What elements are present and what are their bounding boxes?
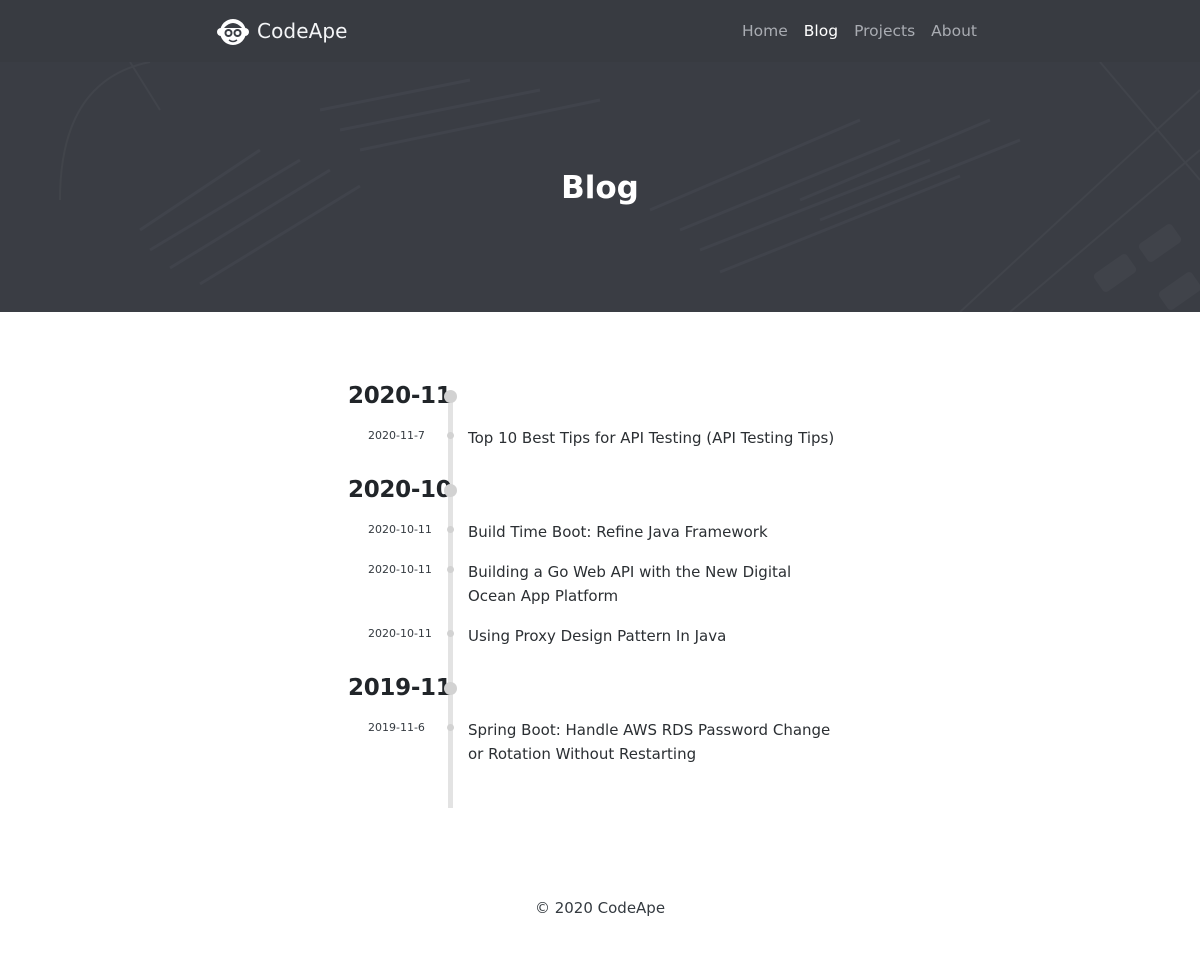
- post-dot: [447, 566, 454, 573]
- month-heading: 2020-10: [348, 477, 452, 503]
- brand-link[interactable]: CodeApe: [216, 14, 348, 48]
- post-date: 2019-11-6: [368, 721, 425, 734]
- post-link[interactable]: Top 10 Best Tips for API Testing (API Te…: [468, 426, 840, 450]
- navigation-bar: CodeApe Home Blog Projects About: [0, 0, 1200, 62]
- post-date: 2020-11-7: [368, 429, 425, 442]
- post-link[interactable]: Building a Go Web API with the New Digit…: [468, 560, 840, 608]
- page-title: Blog: [561, 170, 639, 206]
- post-date: 2020-10-11: [368, 627, 432, 640]
- post-dot: [447, 630, 454, 637]
- post-date: 2020-10-11: [368, 563, 432, 576]
- post-dot: [447, 526, 454, 533]
- post-date: 2020-10-11: [368, 523, 432, 536]
- main-nav: Home Blog Projects About: [726, 21, 977, 41]
- post-dot: [447, 724, 454, 731]
- archive-timeline: 2020-11 2020-11-7 Top 10 Best Tips for A…: [0, 312, 1200, 832]
- month-dot: [444, 682, 457, 695]
- month-dot: [444, 390, 457, 403]
- post-link[interactable]: Spring Boot: Handle AWS RDS Password Cha…: [468, 718, 840, 766]
- nav-link-projects[interactable]: Projects: [854, 21, 915, 41]
- page-header: CodeApe Home Blog Projects About Blog: [0, 0, 1200, 312]
- month-heading: 2020-11: [348, 383, 452, 409]
- monkey-logo-icon: [217, 19, 249, 45]
- post-link[interactable]: Build Time Boot: Refine Java Framework: [468, 520, 840, 544]
- brand-name: CodeApe: [257, 19, 348, 43]
- post-dot: [447, 432, 454, 439]
- month-dot: [444, 484, 457, 497]
- nav-link-about[interactable]: About: [931, 21, 977, 41]
- timeline-line: [448, 396, 453, 808]
- post-link[interactable]: Using Proxy Design Pattern In Java: [468, 624, 840, 648]
- nav-link-blog[interactable]: Blog: [804, 21, 838, 41]
- footer-copyright: © 2020 CodeApe: [534, 899, 666, 917]
- nav-link-home[interactable]: Home: [742, 21, 788, 41]
- month-heading: 2019-11: [348, 675, 452, 701]
